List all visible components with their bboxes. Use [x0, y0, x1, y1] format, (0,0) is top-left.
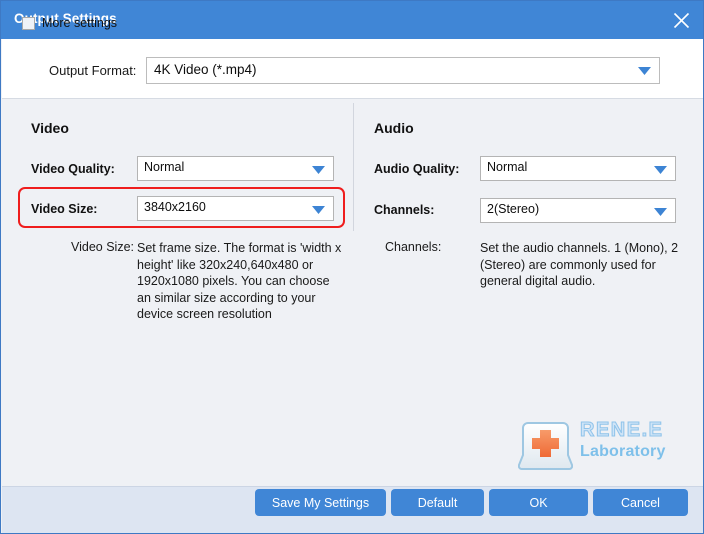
channels-description-text: Set the audio channels. 1 (Mono), 2 (Ste… — [480, 241, 679, 288]
chevron-down-icon — [312, 206, 325, 214]
output-format-label: Output Format: — [49, 63, 137, 78]
video-size-description-label: Video Size: — [71, 240, 135, 254]
chevron-down-icon — [654, 208, 667, 216]
channels-label: Channels: — [374, 203, 435, 217]
output-settings-dialog: Output Settings Output Format: 4K Video … — [0, 0, 704, 534]
chevron-down-icon — [312, 166, 325, 174]
output-format-value: 4K Video (*.mp4) — [154, 62, 257, 77]
video-size-select[interactable]: 3840x2160 — [137, 196, 334, 221]
video-size-label: Video Size: — [31, 202, 98, 216]
audio-quality-select[interactable]: Normal — [480, 156, 676, 181]
video-quality-label: Video Quality: — [31, 162, 115, 176]
video-section-title: Video — [31, 120, 69, 136]
red-cross-keycap-icon — [517, 417, 574, 472]
brand-subtitle: Laboratory — [580, 443, 666, 460]
video-size-value: 3840x2160 — [144, 200, 206, 214]
checkbox-box-icon — [22, 17, 35, 30]
video-quality-value: Normal — [144, 160, 185, 174]
audio-section-title: Audio — [374, 120, 414, 136]
channels-description-label: Channels: — [385, 240, 442, 254]
channels-value: 2(Stereo) — [487, 202, 540, 216]
save-my-settings-button[interactable]: Save My Settings — [255, 489, 386, 516]
ok-button[interactable]: OK — [489, 489, 588, 516]
brand-name: RENE.E — [580, 419, 664, 442]
close-icon[interactable] — [665, 5, 697, 35]
brand-logo: RENE.E Laboratory — [517, 411, 688, 477]
default-button[interactable]: Default — [391, 489, 484, 516]
settings-body: Video Video Quality: Normal Video Size: … — [2, 100, 703, 486]
output-format-select[interactable]: 4K Video (*.mp4) — [146, 57, 660, 84]
audio-quality-value: Normal — [487, 160, 528, 174]
brand-logo-text: RENE.E Laboratory — [580, 419, 688, 462]
chevron-down-icon — [654, 166, 667, 174]
more-settings-label: More settings — [42, 16, 118, 30]
chevron-down-icon — [638, 67, 651, 75]
video-size-description-text: Set frame size. The format is 'width x h… — [137, 241, 342, 321]
column-divider — [353, 103, 354, 231]
video-quality-select[interactable]: Normal — [137, 156, 334, 181]
audio-quality-label: Audio Quality: — [374, 162, 460, 176]
channels-select[interactable]: 2(Stereo) — [480, 198, 676, 223]
cancel-button[interactable]: Cancel — [593, 489, 688, 516]
